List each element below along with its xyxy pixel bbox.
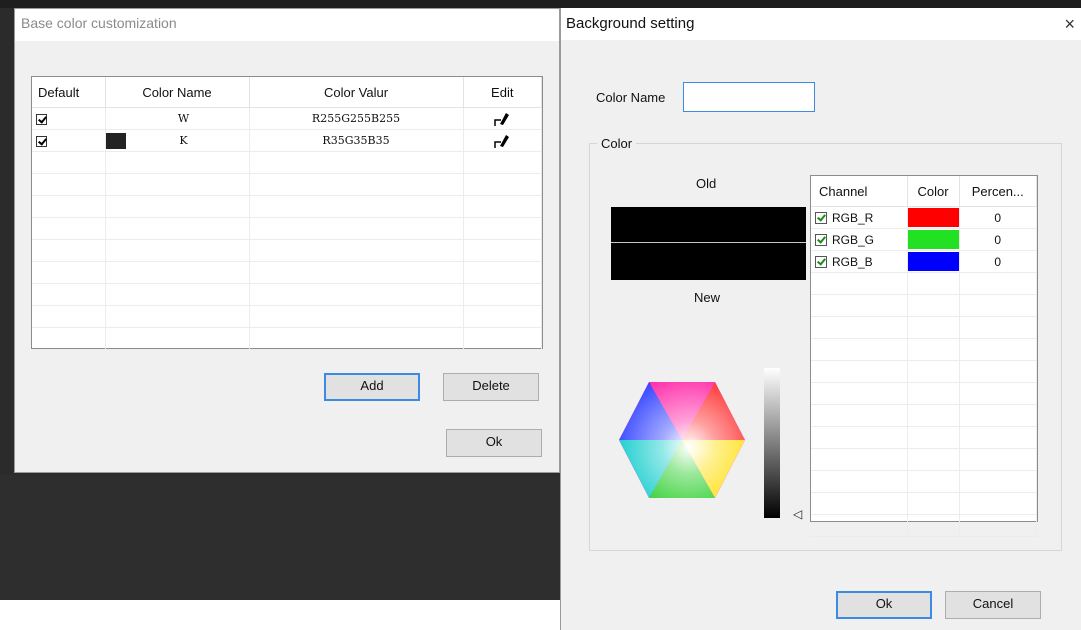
channel-color-cell[interactable] [907,206,960,229]
color-preview [611,207,806,280]
channel-checkbox[interactable] [815,256,827,269]
color-name-cell[interactable]: K [105,129,250,152]
channel-name: RGB_B [832,254,873,269]
channel-cell[interactable]: RGB_R [811,206,908,229]
table-row [811,470,1037,493]
column-header-color[interactable]: Color [907,176,960,207]
brightness-slider[interactable] [764,368,780,518]
cancel-button[interactable]: Cancel [945,591,1041,619]
table-row [811,272,1037,295]
new-label: New [694,290,721,305]
table-row [32,151,542,174]
table-row [32,305,542,328]
base-color-table: Default Color Name Color Valur Edit W R25… [31,76,543,350]
table-row [32,239,542,262]
ok-button[interactable]: Ok [446,429,542,457]
base-color-dialog: Base color customization Default Color N… [14,8,560,473]
channel-table: Channel Color Percen... RGB_R 0 RGB_G 0 RGB_… [810,175,1038,537]
default-checkbox[interactable] [36,113,47,125]
color-name-cell[interactable]: W [105,107,250,130]
delete-button[interactable]: Delete [443,373,539,401]
channel-checkbox[interactable] [815,212,827,225]
table-row [811,448,1037,471]
default-checkbox[interactable] [36,135,47,147]
table-row [811,514,1037,537]
desktop-background-top [0,0,1081,8]
table-row [811,492,1037,515]
background-setting-dialog: Background setting × Color Name Color Ol… [560,8,1081,630]
channel-percent-cell[interactable]: 0 [959,228,1037,251]
color-group-title: Color [597,136,637,151]
table-row [32,195,542,218]
channel-color-swatch [907,230,959,249]
channel-percent-cell[interactable]: 0 [959,206,1037,229]
table-row [811,294,1037,317]
table-row [32,173,542,196]
column-header-channel[interactable]: Channel [811,176,908,207]
default-cell[interactable] [32,107,106,130]
channel-color-cell[interactable] [907,250,960,273]
channel-checkbox[interactable] [815,234,827,247]
table-row [811,338,1037,361]
channel-percent-cell[interactable]: 0 [959,250,1037,273]
desktop-background-light [0,600,560,630]
channel-name: RGB_R [832,210,874,225]
edit-cell[interactable] [463,129,542,152]
table-row [811,316,1037,339]
table-row[interactable]: RGB_R 0 [811,206,1037,229]
hexagon-color-picker[interactable] [617,380,747,500]
table-row[interactable]: RGB_B 0 [811,250,1037,273]
column-header-edit[interactable]: Edit [463,77,542,108]
channel-color-swatch [907,252,959,271]
table-row [32,327,542,350]
channel-cell[interactable]: RGB_G [811,228,908,251]
slider-pointer-icon[interactable]: ◁ [793,507,802,521]
table-row[interactable]: W R255G255B255 [32,107,542,130]
color-value-cell: R35G35B35 [249,129,464,152]
edit-cell[interactable] [463,107,542,130]
channel-cell[interactable]: RGB_B [811,250,908,273]
table-row [811,426,1037,449]
table-row [32,261,542,284]
color-swatch [105,132,126,149]
dialog-title: Base color customization [15,9,559,41]
add-button[interactable]: Add [324,373,420,401]
column-header-color-value[interactable]: Color Valur [249,77,464,108]
color-name-input[interactable] [683,82,815,112]
column-header-percent[interactable]: Percen... [959,176,1037,207]
default-cell[interactable] [32,129,106,152]
ok-button[interactable]: Ok [836,591,932,619]
table-row [32,283,542,306]
channel-name: RGB_G [832,232,875,247]
table-row [811,360,1037,383]
channel-color-cell[interactable] [907,228,960,251]
table-row [811,404,1037,427]
color-name-text: K [179,133,188,147]
table-row[interactable]: RGB_G 0 [811,228,1037,251]
edit-pen-icon[interactable] [492,133,512,149]
color-name-text: W [177,111,190,125]
channel-color-swatch [907,208,959,227]
dialog-title: Background setting × [561,8,1081,40]
close-icon[interactable]: × [1064,8,1075,40]
old-label: Old [696,176,717,191]
dialog-title-text: Background setting [566,15,695,32]
preview-divider [611,242,806,243]
color-value-cell: R255G255B255 [249,107,464,130]
table-row [811,382,1037,405]
color-name-label: Color Name [596,90,666,105]
column-header-default[interactable]: Default [32,77,106,108]
table-row[interactable]: K R35G35B35 [32,129,542,152]
table-row [32,217,542,240]
edit-pen-icon[interactable] [492,111,512,127]
column-header-color-name[interactable]: Color Name [105,77,250,108]
